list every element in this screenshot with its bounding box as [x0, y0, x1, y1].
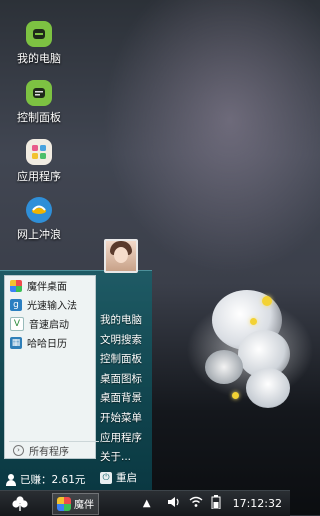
- taskbar: 魔伴 ▲ 17:12:32: [0, 490, 290, 516]
- input-method-icon: g: [10, 298, 22, 311]
- desktop-icon-browser[interactable]: 网上冲浪: [9, 197, 69, 242]
- all-programs-label: 所有程序: [29, 446, 69, 458]
- earnings-status: 已赚：2.61元: [6, 472, 85, 487]
- volume-icon[interactable]: [167, 496, 181, 511]
- desktop-icon-my-computer[interactable]: 我的电脑: [9, 21, 69, 66]
- quick-link-desktop-background[interactable]: 桌面背景: [100, 389, 150, 409]
- menu-item-label: 哈哈日历: [27, 339, 67, 350]
- wifi-icon[interactable]: [189, 496, 203, 511]
- computer-icon: [26, 21, 52, 47]
- program-list: 魔伴桌面 g 光速输入法 V 音速启动 ▦ 哈哈日历 › 所有程序: [4, 275, 99, 459]
- arrow-right-icon: ›: [13, 444, 24, 456]
- desktop-icon-label: 我的电脑: [17, 52, 61, 65]
- desktop-icon-control-panel[interactable]: 控制面板: [9, 80, 69, 125]
- menu-item-label: 魔伴桌面: [27, 282, 67, 293]
- quick-links: 我的电脑 文明搜索 控制面板 桌面图标 桌面背景 开始菜单 应用程序 关于...: [100, 311, 150, 468]
- taskbar-app-label: 魔伴: [74, 500, 94, 511]
- desktop-icon-label: 应用程序: [17, 170, 61, 183]
- quick-link-control-panel[interactable]: 控制面板: [100, 350, 150, 370]
- launcher-icon: V: [10, 316, 24, 331]
- quick-link-apps[interactable]: 应用程序: [100, 429, 150, 449]
- quick-link-start-menu[interactable]: 开始菜单: [100, 409, 150, 429]
- menu-item-label: 音速启动: [29, 320, 69, 331]
- menu-item-mobanzhuomian[interactable]: 魔伴桌面: [5, 276, 95, 295]
- menu-item-calendar[interactable]: ▦ 哈哈日历: [5, 333, 95, 352]
- apps-icon: [26, 139, 52, 165]
- restart-button[interactable]: ⏻ 重启: [100, 470, 137, 485]
- battery-icon[interactable]: [211, 495, 221, 512]
- desktop-icon-label: 控制面板: [17, 111, 61, 124]
- all-programs-button[interactable]: › 所有程序: [9, 441, 99, 458]
- quick-link-search[interactable]: 文明搜索: [100, 331, 150, 351]
- browser-icon: [26, 197, 52, 223]
- desktop-icon-apps[interactable]: 应用程序: [9, 139, 69, 184]
- control-panel-icon: [26, 80, 52, 106]
- user-avatar[interactable]: [104, 239, 138, 273]
- earnings-text: 已赚：2.61元: [20, 474, 86, 486]
- menu-item-label: 光速输入法: [27, 301, 77, 312]
- moban-app-icon: [57, 496, 71, 511]
- quick-link-about[interactable]: 关于...: [100, 448, 150, 468]
- quick-link-desktop-icons[interactable]: 桌面图标: [100, 370, 150, 390]
- start-button[interactable]: [0, 491, 40, 516]
- clover-icon: [12, 495, 28, 511]
- mobanzhuomian-icon: [10, 279, 22, 292]
- desktop-icon-label: 网上冲浪: [17, 228, 61, 241]
- taskbar-app-moban[interactable]: 魔伴: [52, 492, 99, 515]
- power-icon: ⏻: [100, 471, 112, 484]
- menu-item-launcher[interactable]: V 音速启动: [5, 314, 95, 333]
- user-icon: [6, 473, 16, 486]
- calendar-icon: ▦: [10, 336, 22, 349]
- menu-item-input-method[interactable]: g 光速输入法: [5, 295, 95, 314]
- start-menu: 魔伴桌面 g 光速输入法 V 音速启动 ▦ 哈哈日历 › 所有程序 我的电脑 文…: [0, 239, 152, 491]
- clock[interactable]: 17:12:32: [233, 497, 282, 510]
- system-tray: ▲ 17:12:32: [135, 491, 290, 516]
- quick-link-my-computer[interactable]: 我的电脑: [100, 311, 150, 331]
- restart-label: 重启: [116, 472, 137, 484]
- tray-expand-icon[interactable]: ▲: [143, 498, 151, 509]
